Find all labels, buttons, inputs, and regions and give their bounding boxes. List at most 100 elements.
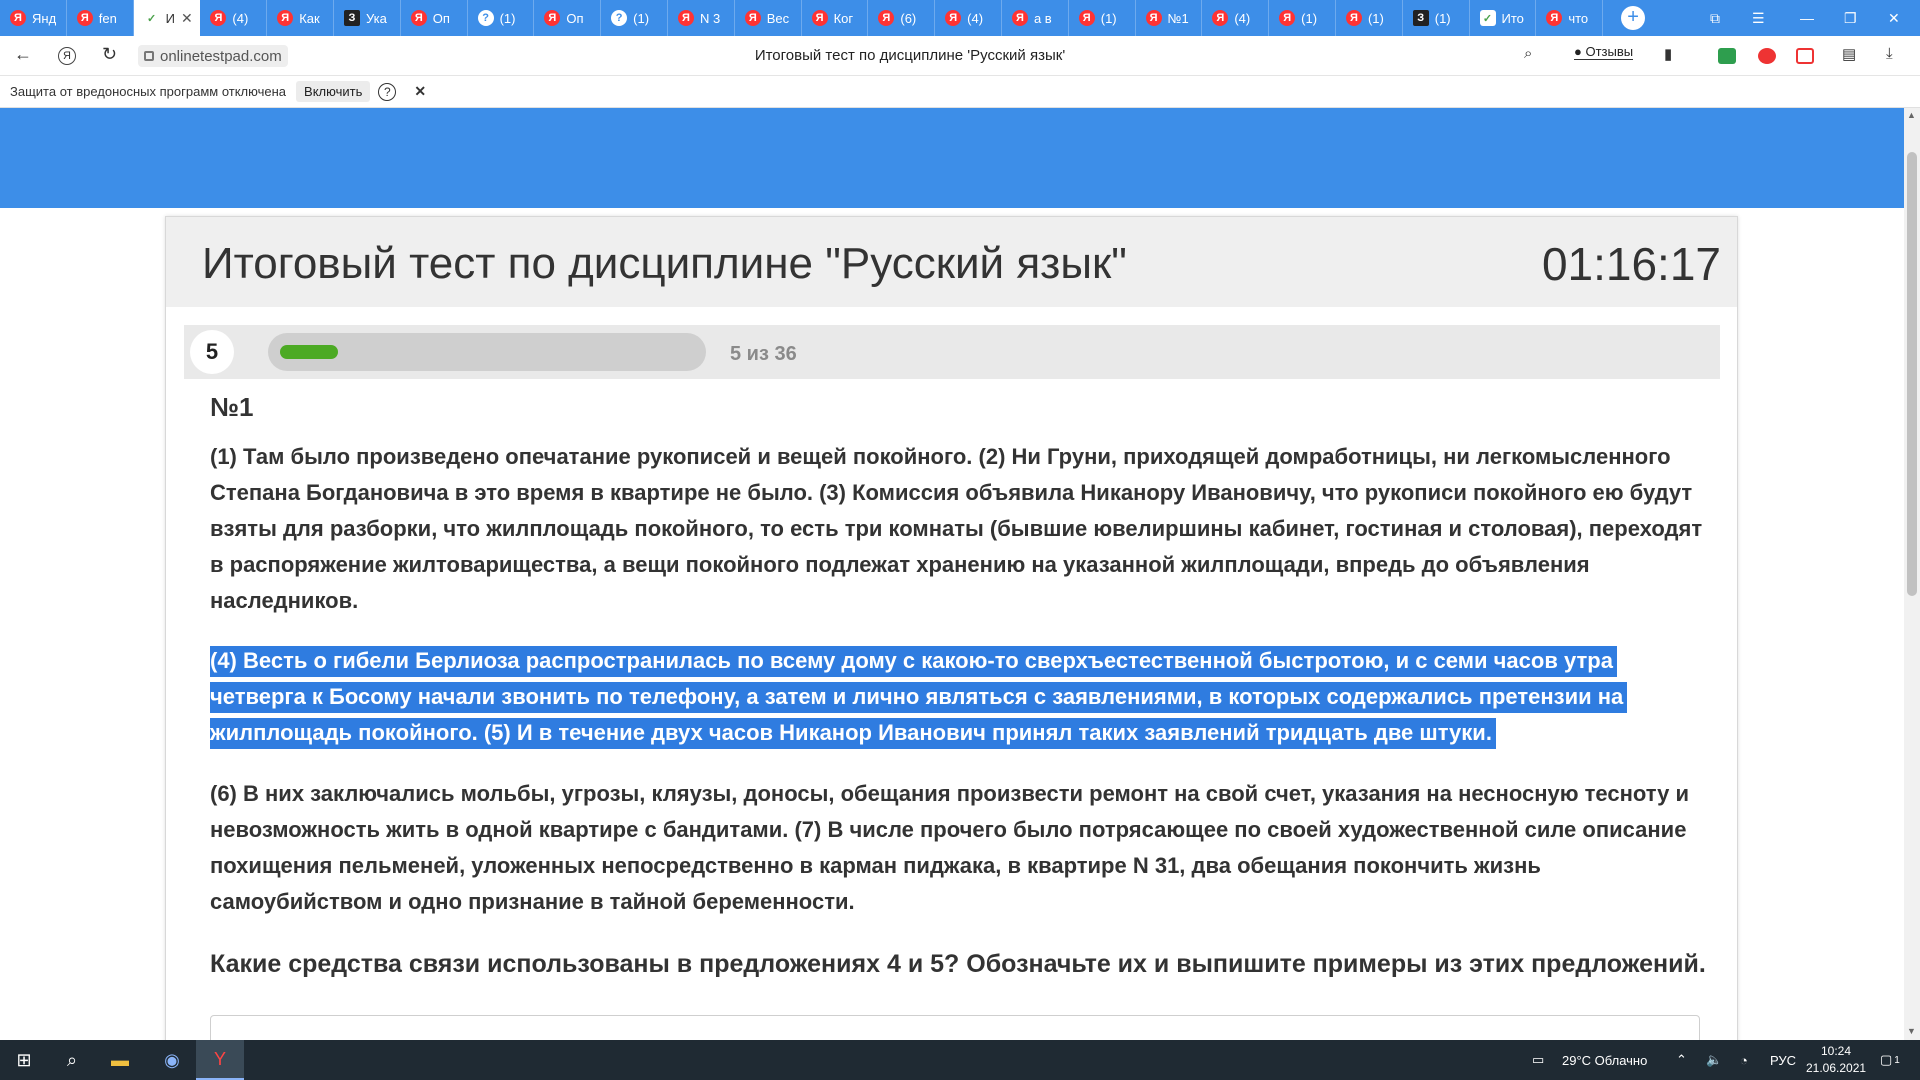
weather-icon[interactable]: ▭ — [1532, 1040, 1544, 1080]
tab-label: Оп — [566, 10, 584, 26]
extension-shield-icon[interactable] — [1718, 48, 1736, 64]
yandex-icon: Я — [1546, 10, 1563, 26]
text-paragraph-2: (4) Весть о гибели Берлиоза распространи… — [210, 643, 1710, 751]
protection-bar: Защита от вредоносных программ отключена… — [0, 76, 1920, 108]
search-icon[interactable]: ⌕ — [48, 1040, 96, 1080]
tray-arrow-icon[interactable]: ⌃ — [1676, 1040, 1687, 1080]
tab-manager-icon[interactable]: ⧉ — [1710, 0, 1720, 36]
windows-start-icon[interactable]: ⊞ — [0, 1040, 48, 1080]
download-icon[interactable]: ⤓ — [1886, 45, 1893, 62]
weather-text[interactable]: 29°C Облачно — [1562, 1040, 1647, 1080]
reviews-button[interactable]: ● Отзывы — [1574, 44, 1634, 60]
progress-fill — [280, 345, 338, 359]
restore-icon[interactable]: ❐ — [1844, 0, 1857, 36]
yandex-icon: Я — [1011, 10, 1028, 26]
browser-tab[interactable]: Яfen — [67, 0, 134, 36]
browser-tab[interactable]: Я Как — [267, 0, 334, 36]
test-title: Итоговый тест по дисциплине "Русский язы… — [202, 239, 1127, 288]
browser-tab[interactable]: ? (1) — [468, 0, 535, 36]
tab-label: (1) — [1434, 10, 1451, 26]
browser-tab[interactable]: Я Оп — [401, 0, 468, 36]
new-tab-button[interactable]: + — [1621, 6, 1646, 30]
minimize-icon[interactable]: — — [1800, 0, 1814, 36]
url-field[interactable]: onlinetestpad.com — [138, 45, 288, 67]
url-text: onlinetestpad.com — [160, 47, 282, 65]
tab-label: (4) — [967, 10, 984, 26]
browser-tab[interactable]: Я (1) — [1269, 0, 1336, 36]
yandex-icon: Я — [878, 10, 895, 26]
browser-tab[interactable]: Я N 3 — [668, 0, 735, 36]
browser-tab[interactable]: Я (4) — [935, 0, 1002, 36]
reload-icon[interactable]: ↻ — [102, 44, 117, 65]
question-text: Какие средства связи использованы в пред… — [210, 950, 1706, 978]
volume-icon[interactable]: 🔈 — [1706, 1040, 1722, 1080]
browser-tab[interactable]: Я (4) — [1202, 0, 1270, 36]
yandex-icon: Я — [544, 10, 561, 26]
tab-label: fen — [98, 10, 117, 26]
close-tab-icon[interactable]: ✕ — [181, 10, 193, 27]
extension-stop-icon[interactable] — [1758, 48, 1776, 64]
browser-tab[interactable]: З (1) — [1403, 0, 1470, 36]
browser-tab[interactable]: Ячто — [1536, 0, 1604, 36]
progress-row: 5 5 из 36 — [184, 325, 1720, 379]
yandex-icon: Я — [1279, 10, 1296, 26]
close-window-icon[interactable]: ✕ — [1888, 0, 1900, 36]
browser-tab[interactable]: Я (1) — [1336, 0, 1403, 36]
browser-tab[interactable]: Я (1) — [1069, 0, 1136, 36]
collections-icon[interactable]: ▤ — [1842, 45, 1856, 63]
tab-label: (1) — [499, 10, 516, 26]
scroll-down-icon[interactable]: ▼ — [1907, 1026, 1916, 1036]
close-icon[interactable]: ✕ — [414, 83, 426, 100]
yandex-browser-icon[interactable]: Y — [196, 1040, 244, 1080]
browser-tab[interactable]: Я №1 — [1136, 0, 1203, 36]
yandex-icon: Я — [1345, 10, 1362, 26]
notification-icon[interactable]: ▢ 1 — [1880, 1040, 1900, 1080]
tab-label: Ито — [1501, 10, 1524, 26]
browser-tab[interactable]: ? (1) — [601, 0, 668, 36]
answer-input[interactable] — [210, 1015, 1700, 1040]
network-icon[interactable]: ◔ — [1740, 1040, 1748, 1080]
browser-tab[interactable]: Я Янд — [0, 0, 67, 36]
browser-tab[interactable]: Я (6) — [868, 0, 936, 36]
browser-tab[interactable]: ✓ И ✕ — [133, 0, 201, 36]
page-content: Итоговый тест по дисциплине "Русский язы… — [0, 108, 1904, 1040]
tab-label: И — [165, 10, 175, 26]
scrollbar-thumb[interactable] — [1907, 152, 1917, 596]
menu-icon[interactable]: ☰ — [1752, 0, 1765, 36]
progress-bar — [268, 333, 706, 371]
extension-gift-icon[interactable] — [1796, 48, 1814, 64]
znanija-icon: З — [1412, 10, 1429, 26]
tab-bar-controls: + — [1613, 0, 1646, 36]
selected-text: (4) Весть о гибели Берлиоза распространи… — [210, 646, 1628, 749]
language-indicator[interactable]: РУС — [1770, 1040, 1796, 1080]
app-icon[interactable]: ◉ — [148, 1040, 196, 1080]
browser-tab[interactable]: ✓ Ито — [1470, 0, 1537, 36]
yandex-icon: Я — [945, 10, 962, 26]
yandex-icon: Я — [744, 10, 761, 26]
lock-icon — [144, 51, 154, 61]
help-icon[interactable]: ? — [378, 82, 397, 101]
search-icon[interactable]: ⌕ — [1524, 45, 1532, 62]
enable-protection-button[interactable]: Включить — [296, 81, 371, 102]
bookmark-icon[interactable]: ▮ — [1664, 45, 1672, 63]
browser-tab[interactable]: З Ука — [334, 0, 401, 36]
protection-text: Защита от вредоносных программ отключена — [10, 84, 287, 99]
browser-tab[interactable]: Яа в — [1002, 0, 1069, 36]
address-bar: ← Я ↻ onlinetestpad.com Итоговый тест по… — [0, 36, 1920, 76]
tab-label: (1) — [1301, 10, 1318, 26]
yandex-icon: Я — [811, 10, 828, 26]
browser-tab[interactable]: Я (4) — [200, 0, 268, 36]
back-icon[interactable]: ← — [14, 44, 32, 65]
browser-tab[interactable]: Я Вес — [735, 0, 802, 36]
file-explorer-icon[interactable]: ▬ — [96, 1040, 144, 1080]
tab-label: (1) — [1367, 10, 1384, 26]
comment-icon: ● — [1574, 44, 1582, 59]
page-scrollbar[interactable]: ▲ ▼ — [1904, 108, 1920, 1040]
clock-time: 10:24 — [1820, 1044, 1852, 1058]
yandex-home-icon[interactable]: Я — [58, 47, 76, 65]
browser-tab[interactable]: Я Оп — [534, 0, 602, 36]
header-band — [0, 108, 1904, 208]
clock[interactable]: 10:24 21.06.2021 — [1806, 1043, 1866, 1077]
browser-tab[interactable]: Я Ког — [802, 0, 869, 36]
scroll-up-icon[interactable]: ▲ — [1907, 110, 1916, 120]
